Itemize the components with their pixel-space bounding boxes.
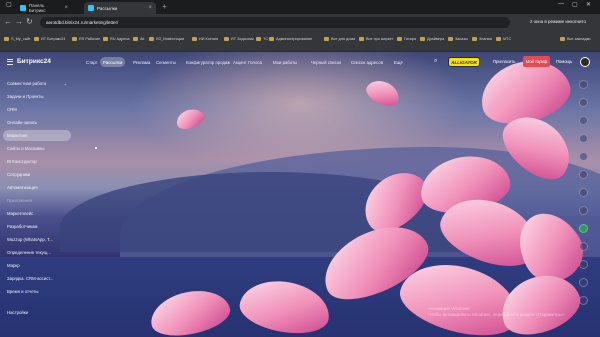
sidebar-item-sites[interactable]: Сайты и Магазины: [3, 143, 71, 154]
contact-icon[interactable]: [579, 278, 588, 287]
user-avatar[interactable]: [580, 57, 590, 67]
tab-favicon-icon: [20, 5, 26, 11]
bitrix-logo[interactable]: Битрикс24: [17, 58, 51, 65]
browser-tab-2[interactable]: Рассылки ×: [84, 2, 156, 14]
nav-my-works[interactable]: Мои работы: [270, 57, 300, 67]
contact-icon[interactable]: [579, 188, 588, 197]
incognito-indicator[interactable]: 2 окна в режиме инкогнито: [530, 19, 586, 24]
bookmark-item[interactable]: ИЗ_Инвестиции: [149, 37, 184, 41]
sidebar-item-tasks[interactable]: Задачи и Проекты: [3, 91, 71, 102]
bookmark-item[interactable]: S_My_сайт: [4, 37, 31, 41]
sidebar-item-crm-assistant[interactable]: Зарядка. CRM-ассист...: [3, 273, 71, 284]
nav-more[interactable]: Ещё: [391, 57, 406, 67]
browser-tab-1[interactable]: Панель Битрикс ×: [16, 2, 72, 14]
nav-address-list[interactable]: Список адресов: [348, 57, 386, 67]
back-icon[interactable]: ←: [4, 17, 12, 26]
bookmark-item[interactable]: Знания: [472, 37, 492, 41]
bookmark-item[interactable]: Администрирование: [269, 37, 312, 41]
tab-label: Панель Битрикс: [28, 3, 46, 13]
sidebar-item-marketing[interactable]: Маркетинг: [3, 130, 71, 141]
forward-icon[interactable]: →: [15, 17, 23, 26]
app-viewport: Битрикс24 Старт Рассылки Реклама Сегмент…: [0, 52, 600, 337]
sidebar-item-developers[interactable]: Разработчикам: [3, 221, 71, 232]
bookmark-item[interactable]: ИИ Ксения: [192, 37, 218, 41]
url-field[interactable]: aerotdbd.bitrix24.ru/marketing/letter/: [40, 17, 510, 28]
bookmark-item[interactable]: RS Рабочие: [72, 37, 100, 41]
chat-icon[interactable]: [579, 98, 588, 107]
bookmark-item[interactable]: ТС: [256, 37, 268, 41]
contact-icon[interactable]: [579, 296, 588, 305]
tab-strip: ▢ Панель Битрикс × Рассылки × + — ▢ ✕: [0, 0, 600, 14]
nav-segments[interactable]: Сегменты: [153, 57, 179, 67]
help-button[interactable]: Помощь: [556, 59, 572, 64]
bookmark-item[interactable]: Заказы: [448, 37, 468, 41]
sidebar-section-apps: Приложения: [7, 198, 33, 203]
browser-chrome: ▢ Панель Битрикс × Рассылки × + — ▢ ✕ ← …: [0, 0, 600, 52]
bookmarks-bar: S_My_сайт ИТ Битрикс24 RS Рабочие RU Адр…: [0, 31, 600, 52]
chevron-down-icon: ⌄: [63, 81, 67, 86]
browser-menu-icon[interactable]: ▢: [6, 1, 12, 8]
windows-activation-watermark: Активация Windows Чтобы активировать Win…: [428, 306, 566, 317]
sidebar-item-crm[interactable]: CRM: [3, 104, 71, 115]
bookmark-item[interactable]: Драйвера: [420, 37, 444, 41]
bookmark-item[interactable]: RU Адреса: [103, 37, 130, 41]
close-tab-icon[interactable]: ×: [148, 5, 152, 11]
contact-icon[interactable]: [579, 206, 588, 215]
nav-start[interactable]: Старт: [83, 57, 101, 67]
top-navigation: Битрикс24 Старт Рассылки Реклама Сегмент…: [0, 52, 600, 72]
left-sidebar: Совместная работа ⌄ Задачи и Проекты CRM …: [0, 72, 73, 337]
sidebar-item-time-reports[interactable]: Время и отчеты: [3, 286, 71, 297]
bookmark-item[interactable]: ИТ Битрикс24: [34, 37, 66, 41]
nav-blacklist[interactable]: Черный список: [308, 57, 344, 67]
nav-sales-configurator[interactable]: Конфигуратор продаж: [183, 57, 233, 67]
contact-icon[interactable]: [579, 170, 588, 179]
sidebar-item-automation[interactable]: Автоматизация: [3, 182, 71, 193]
nav-voice[interactable]: Акцент Голоса: [230, 57, 265, 67]
menu-icon[interactable]: [7, 59, 13, 66]
bookmark-item[interactable]: ИТ Задачник: [224, 37, 254, 41]
flower-petal: [362, 75, 404, 111]
sidebar-item-markr[interactable]: Маркр: [3, 260, 71, 271]
url-text: aerotdbd.bitrix24.ru/marketing/letter/: [46, 20, 119, 25]
bookmark-item[interactable]: Гитара: [397, 37, 416, 41]
sidebar-item-collaboration[interactable]: Совместная работа ⌄: [3, 78, 71, 89]
contact-icon[interactable]: [579, 152, 588, 161]
sidebar-item-online-booking[interactable]: Онлайн-запись: [3, 117, 71, 128]
reload-icon[interactable]: ↻: [26, 17, 33, 26]
contact-icon[interactable]: [579, 224, 588, 233]
tab-label: Рассылки: [97, 5, 118, 11]
sidebar-settings[interactable]: Настройки: [7, 310, 28, 315]
nav-mailings[interactable]: Рассылки: [100, 57, 126, 67]
company-logo-badge[interactable]: ALLIGATOR: [448, 57, 480, 67]
close-tab-icon[interactable]: ×: [64, 5, 68, 11]
my-tariff-button[interactable]: Мой тариф: [523, 56, 550, 67]
contact-icon[interactable]: [579, 116, 588, 125]
tab-favicon-icon: [88, 5, 94, 11]
sidebar-item-bi[interactable]: BI Конструктор: [3, 156, 71, 167]
address-bar: ← → ↻ aerotdbd.bitrix24.ru/marketing/let…: [0, 14, 600, 31]
invite-button[interactable]: Пригласить: [493, 59, 515, 64]
contact-icon[interactable]: [579, 134, 588, 143]
all-bookmarks[interactable]: Все закладки: [560, 37, 590, 41]
sidebar-item-marketplace[interactable]: Маркетплейс: [3, 208, 71, 219]
flower-petal: [173, 105, 207, 133]
minimize-icon[interactable]: —: [558, 1, 564, 7]
new-tab-button[interactable]: +: [162, 2, 167, 11]
mouse-cursor: [95, 147, 97, 149]
sidebar-item-detection[interactable]: Определение текущ...: [3, 247, 71, 258]
bookmark-item[interactable]: MTC: [496, 37, 511, 41]
sidebar-item-wazzup[interactable]: Wazzup (WhatsApp, T...: [3, 234, 71, 245]
sidebar-item-employees[interactable]: Сотрудники: [3, 169, 71, 180]
bookmark-item[interactable]: Все про маркет: [359, 37, 393, 41]
bookmark-item[interactable]: Alt: [133, 37, 144, 41]
right-rail: [573, 78, 600, 337]
search-icon[interactable]: ⌕: [434, 58, 437, 65]
maximize-icon[interactable]: ▢: [572, 1, 578, 8]
bookmark-item[interactable]: Все для дома: [324, 37, 355, 41]
contact-icon[interactable]: [579, 260, 588, 269]
contact-icon[interactable]: [579, 242, 588, 251]
nav-ads[interactable]: Реклама: [130, 57, 153, 67]
notifications-icon[interactable]: [579, 80, 588, 89]
close-window-icon[interactable]: ✕: [586, 1, 591, 8]
